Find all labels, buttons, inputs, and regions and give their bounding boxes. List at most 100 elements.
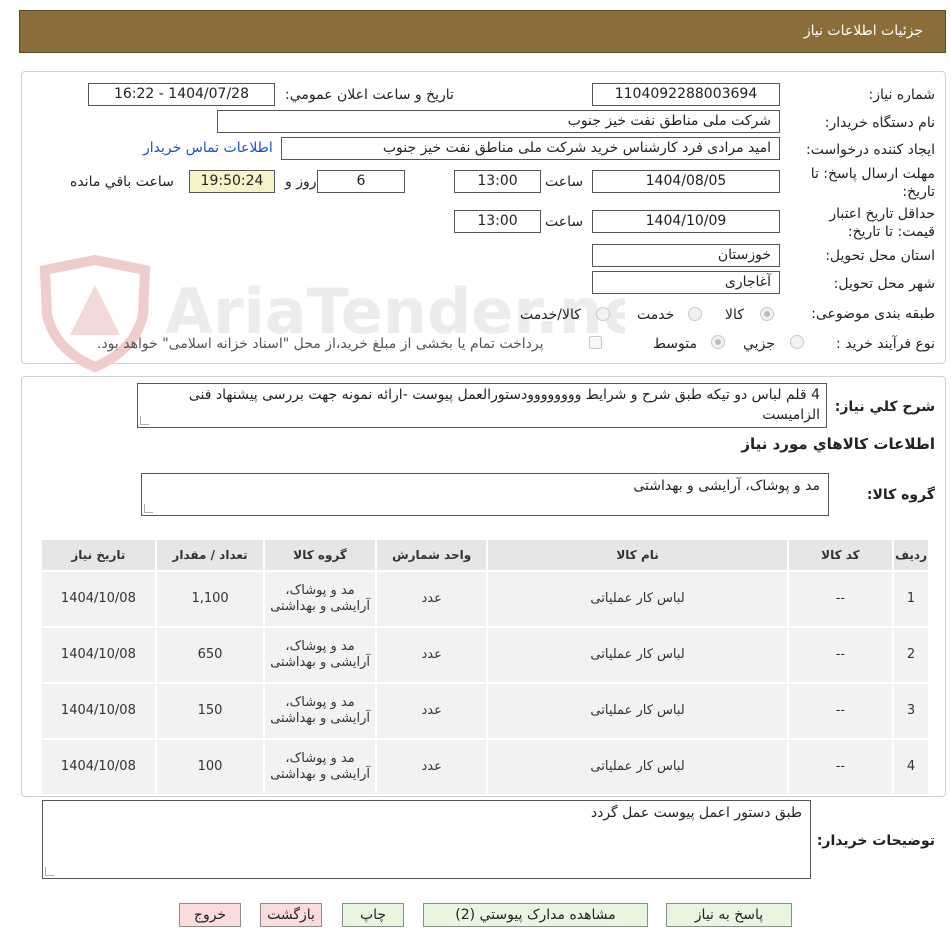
city-label: شهر محل تحويل: xyxy=(833,276,935,292)
days-label: روز و xyxy=(285,174,317,190)
cell-row-no: 4 xyxy=(894,740,928,794)
creator-field: امید مرادی فرد کارشناس خرید شرکت ملی منا… xyxy=(281,137,780,160)
page-title: جزئيات اطلاعات نياز xyxy=(803,23,923,39)
goods-group-field[interactable]: مد و پوشاک، آرایشی و بهداشتی xyxy=(141,473,829,516)
validity-date-field: 1404/10/09 xyxy=(592,210,780,233)
buyer-org-field: شرکت ملی مناطق نفت خیز جنوب xyxy=(217,110,780,133)
cell-row-no: 3 xyxy=(894,684,928,738)
announce-label: تاريخ و ساعت اعلان عمومي: xyxy=(285,87,454,103)
cell-unit: عدد xyxy=(376,572,487,626)
category-option-goods: کالا xyxy=(725,307,744,323)
cell-quantity: 1,100 xyxy=(156,572,264,626)
need-number-field: 1104092288003694 xyxy=(592,83,780,106)
buyer-contact-link[interactable]: اطلاعات تماس خريدار xyxy=(143,140,273,156)
cell-group: مد و پوشاک، آرایشی و بهداشتی xyxy=(265,740,375,794)
remaining-time-field: 19:50:24 xyxy=(189,170,275,193)
cell-row-no: 1 xyxy=(894,572,928,626)
province-label: استان محل تحويل: xyxy=(825,248,935,264)
deadline-date-field: 1404/08/05 xyxy=(592,170,780,193)
cell-name: لباس کار عملیاتی xyxy=(488,628,787,682)
category-radio-goods-service[interactable] xyxy=(596,307,610,321)
header-date: تاريخ نياز xyxy=(42,540,155,570)
cell-group: مد و پوشاک، آرایشی و بهداشتی xyxy=(265,684,375,738)
cell-date: 1404/10/08 xyxy=(42,572,155,626)
need-number-label: شماره نياز: xyxy=(868,87,936,103)
cell-code: -- xyxy=(788,628,893,682)
validity-time-field: 13:00 xyxy=(454,210,541,233)
announce-field: 1404/07/28 - 16:22 xyxy=(88,83,275,106)
deadline-time-field: 13:00 xyxy=(454,170,541,193)
header-quantity: تعداد / مقدار xyxy=(156,540,264,570)
summary-text: 4 قلم لباس دو تیکه طبق شرح و شرایط ووووو… xyxy=(188,387,820,423)
category-option-goods-service: کالا/خدمت xyxy=(520,307,581,323)
cell-unit: عدد xyxy=(376,740,487,794)
items-section-title: اطلاعات کالاهاي مورد نياز xyxy=(741,435,935,453)
header-row-no: رديف xyxy=(894,540,928,570)
cell-unit: عدد xyxy=(376,628,487,682)
cell-group: مد و پوشاک، آرایشی و بهداشتی xyxy=(265,628,375,682)
cell-unit: عدد xyxy=(376,684,487,738)
category-radio-goods[interactable] xyxy=(760,307,774,321)
buyer-org-label: نام دستگاه خريدار: xyxy=(824,115,935,131)
table-row: 4 -- لباس کار عملیاتی عدد مد و پوشاک، آر… xyxy=(42,740,928,794)
page-header: جزئيات اطلاعات نياز xyxy=(19,10,946,53)
cell-row-no: 2 xyxy=(894,628,928,682)
print-button[interactable]: چاپ xyxy=(342,903,404,927)
header-unit: واحد شمارش xyxy=(376,540,487,570)
table-header-row: رديف کد کالا نام کالا واحد شمارش گروه کا… xyxy=(42,540,928,570)
cell-date: 1404/10/08 xyxy=(42,684,155,738)
goods-group-label: گروه کالا: xyxy=(866,487,935,503)
cell-group: مد و پوشاک، آرایشی و بهداشتی xyxy=(265,572,375,626)
days-field: 6 xyxy=(317,170,405,193)
table-row: 2 -- لباس کار عملیاتی عدد مد و پوشاک، آر… xyxy=(42,628,928,682)
cell-name: لباس کار عملیاتی xyxy=(488,684,787,738)
process-radio-medium[interactable] xyxy=(711,335,725,349)
deadline-time-label: ساعت xyxy=(545,174,584,190)
cell-name: لباس کار عملیاتی xyxy=(488,572,787,626)
goods-group-value: مد و پوشاک، آرایشی و بهداشتی xyxy=(633,478,820,494)
cell-date: 1404/10/08 xyxy=(42,628,155,682)
resize-handle-icon[interactable] xyxy=(144,504,153,513)
buyer-notes-textarea[interactable]: طبق دستور اعمل پیوست عمل گردد xyxy=(42,800,811,879)
header-name: نام کالا xyxy=(488,540,787,570)
process-radio-minor[interactable] xyxy=(790,335,804,349)
cell-code: -- xyxy=(788,684,893,738)
reply-button[interactable]: پاسخ به نياز xyxy=(666,903,792,927)
remaining-label: ساعت باقي مانده xyxy=(70,174,174,190)
view-attachments-button[interactable]: مشاهده مدارک پيوستي (2) xyxy=(423,903,648,927)
buyer-notes-text: طبق دستور اعمل پیوست عمل گردد xyxy=(590,805,802,821)
category-radio-service[interactable] xyxy=(688,307,702,321)
header-code: کد کالا xyxy=(788,540,893,570)
deadline-label: مهلت ارسال پاسخ: تا تاريخ: xyxy=(810,166,935,200)
cell-quantity: 650 xyxy=(156,628,264,682)
back-button[interactable]: بازگشت xyxy=(260,903,322,927)
summary-label: شرح کلي نياز: xyxy=(834,399,935,415)
process-option-medium: متوسط xyxy=(653,336,697,352)
province-field: خوزستان xyxy=(592,244,780,267)
cell-date: 1404/10/08 xyxy=(42,740,155,794)
cell-code: -- xyxy=(788,740,893,794)
cell-code: -- xyxy=(788,572,893,626)
items-table: رديف کد کالا نام کالا واحد شمارش گروه کا… xyxy=(40,538,930,796)
validity-label: حداقل تاريخ اعتبار قيمت: تا تاريخ: xyxy=(829,206,935,240)
process-label: نوع فرآيند خريد : xyxy=(836,336,935,352)
cell-quantity: 150 xyxy=(156,684,264,738)
cell-name: لباس کار عملیاتی xyxy=(488,740,787,794)
resize-handle-icon[interactable] xyxy=(45,867,54,876)
validity-time-label: ساعت xyxy=(545,214,584,230)
cell-quantity: 100 xyxy=(156,740,264,794)
table-row: 1 -- لباس کار عملیاتی عدد مد و پوشاک، آر… xyxy=(42,572,928,626)
resize-handle-icon[interactable] xyxy=(140,416,149,425)
category-label: طبقه بندی موضوعی: xyxy=(811,306,935,322)
header-group: گروه کالا xyxy=(265,540,375,570)
city-field: آغاجاری xyxy=(592,271,780,294)
payment-note: پرداخت تمام یا بخشی از مبلغ خرید،از محل … xyxy=(97,336,544,352)
table-row: 3 -- لباس کار عملیاتی عدد مد و پوشاک، آر… xyxy=(42,684,928,738)
buyer-notes-label: توضيحات خريدار: xyxy=(816,833,935,849)
process-option-minor: جزيي xyxy=(743,336,775,352)
creator-label: ايجاد کننده درخواست: xyxy=(806,142,935,158)
summary-textarea[interactable]: 4 قلم لباس دو تیکه طبق شرح و شرایط ووووو… xyxy=(137,383,827,428)
exit-button[interactable]: خروج xyxy=(179,903,241,927)
category-option-service: خدمت xyxy=(637,307,675,323)
payment-checkbox[interactable] xyxy=(589,336,602,349)
